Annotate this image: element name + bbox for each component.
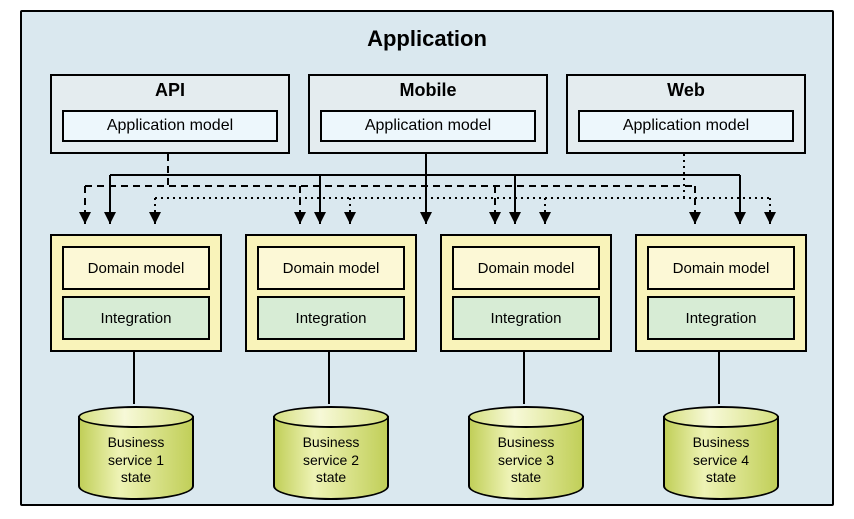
client-mobile-title: Mobile [310, 80, 546, 101]
client-api: API Application model [50, 74, 290, 154]
db-1-label: Business service 1 state [78, 434, 194, 487]
client-api-title: API [52, 80, 288, 101]
db-3-label: Business service 3 state [468, 434, 584, 487]
service-4: Domain model Integration [635, 234, 807, 352]
service-1: Domain model Integration [50, 234, 222, 352]
service-2-integration: Integration [257, 296, 405, 340]
db-2: Business service 2 state [273, 406, 389, 500]
application-title: Application [22, 26, 832, 52]
client-web: Web Application model [566, 74, 806, 154]
application-container: Application API Application model Mobile… [20, 10, 834, 506]
service-4-domain: Domain model [647, 246, 795, 290]
client-api-model: Application model [62, 110, 278, 142]
service-2-domain: Domain model [257, 246, 405, 290]
db-3: Business service 3 state [468, 406, 584, 500]
client-web-title: Web [568, 80, 804, 101]
db-4-label: Business service 4 state [663, 434, 779, 487]
db-4: Business service 4 state [663, 406, 779, 500]
diagram-canvas: Application API Application model Mobile… [0, 0, 854, 519]
service-4-integration: Integration [647, 296, 795, 340]
db-2-label: Business service 2 state [273, 434, 389, 487]
service-3: Domain model Integration [440, 234, 612, 352]
service-1-domain: Domain model [62, 246, 210, 290]
service-1-integration: Integration [62, 296, 210, 340]
service-2: Domain model Integration [245, 234, 417, 352]
service-3-domain: Domain model [452, 246, 600, 290]
client-mobile: Mobile Application model [308, 74, 548, 154]
client-web-model: Application model [578, 110, 794, 142]
db-1: Business service 1 state [78, 406, 194, 500]
client-mobile-model: Application model [320, 110, 536, 142]
service-3-integration: Integration [452, 296, 600, 340]
